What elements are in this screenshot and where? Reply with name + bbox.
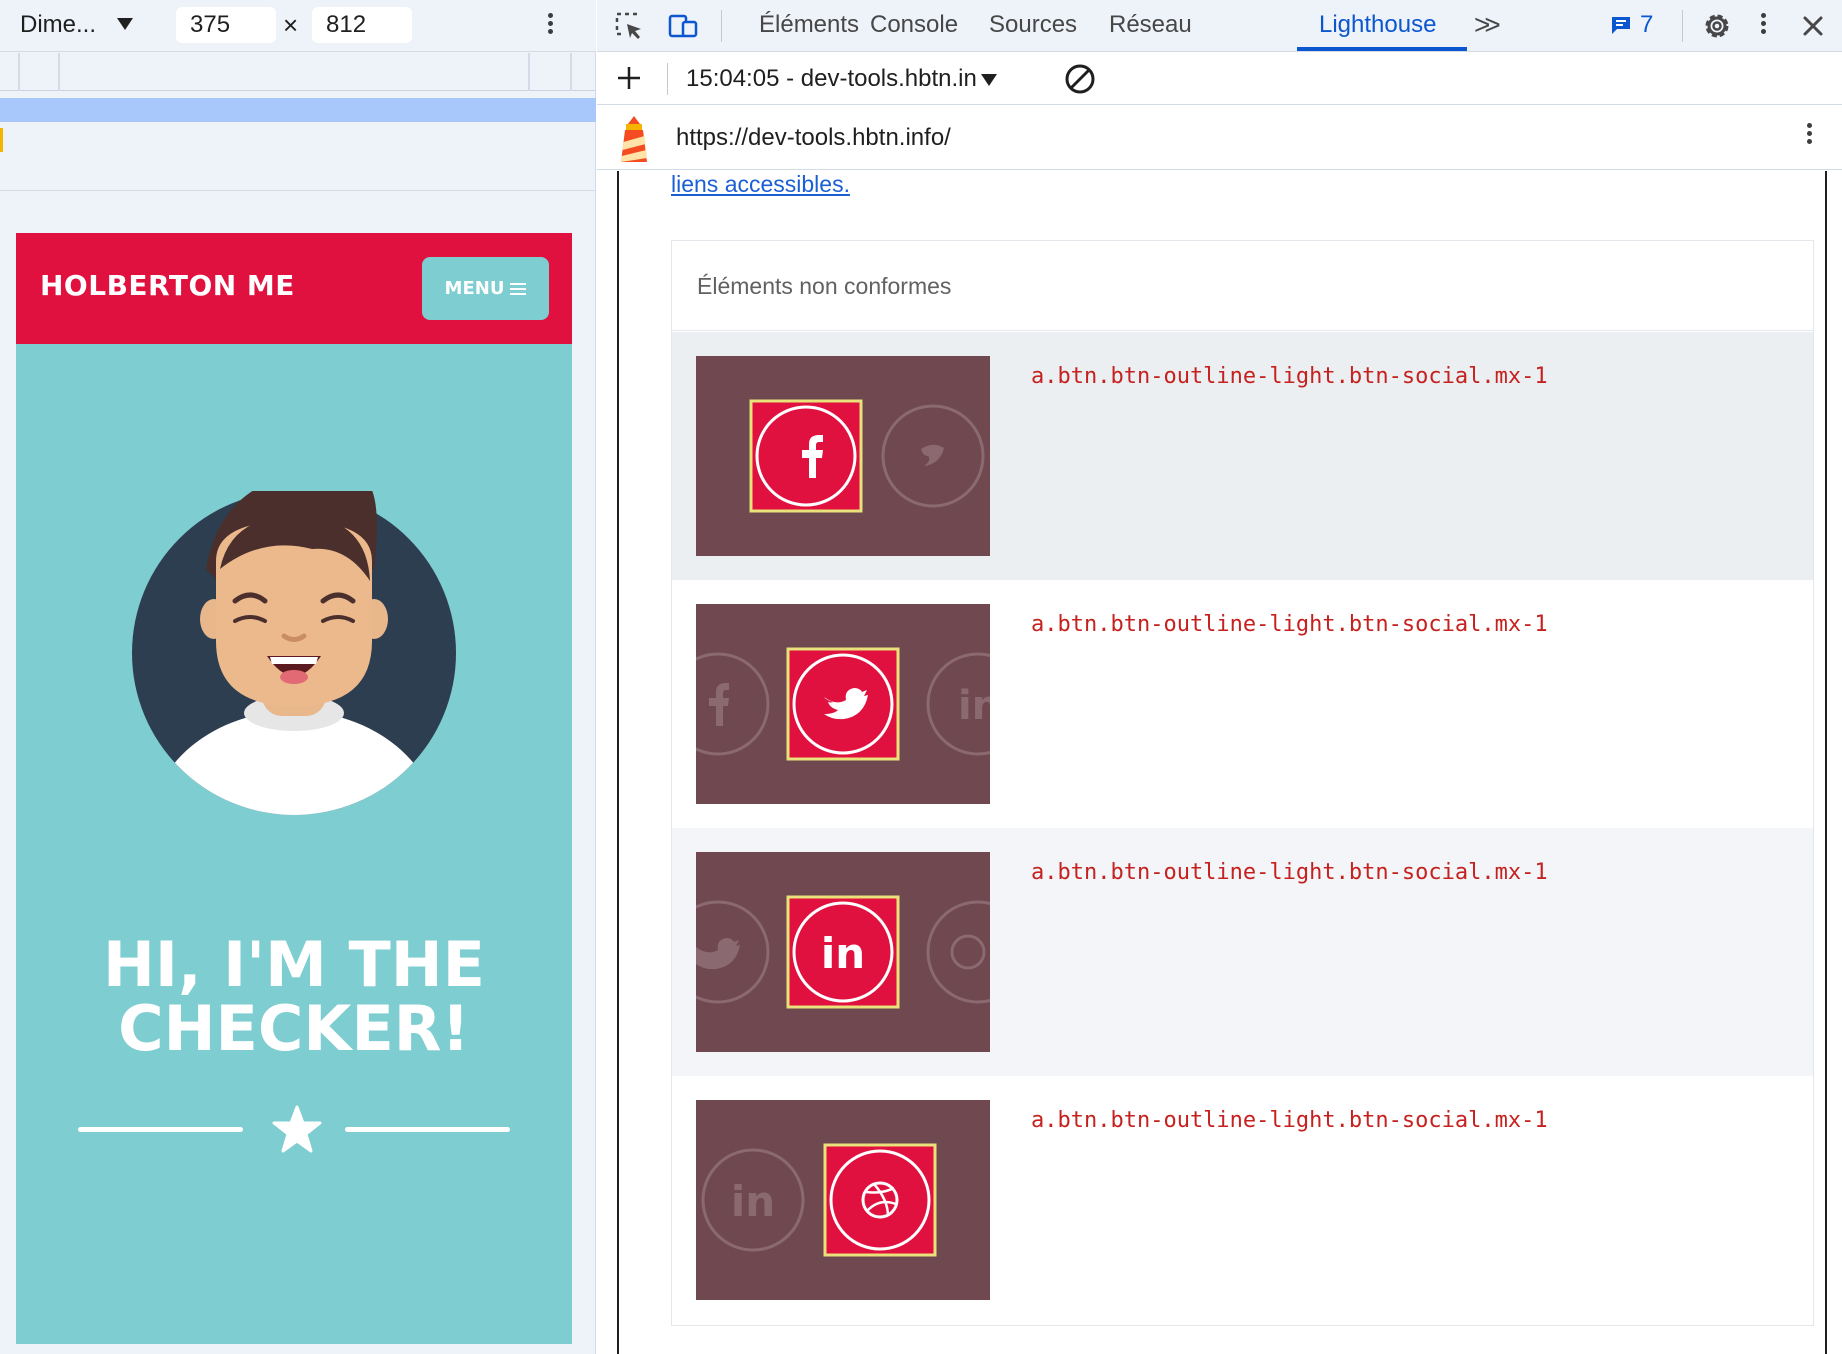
element-screenshot-dribbble: in: [696, 1100, 990, 1300]
device-toolbar: Dime... 375 × 812: [0, 0, 596, 52]
avatar-illustration: [132, 491, 456, 815]
device-pane: Dime... 375 × 812 HOLBERTON ME MENU HI, …: [0, 0, 596, 1354]
accessible-links-link[interactable]: liens accessibles.: [671, 171, 850, 198]
tab-sources[interactable]: Sources: [989, 11, 1077, 39]
table-row[interactable]: in a.btn.btn-outline-light.btn-social.mx…: [672, 580, 1813, 828]
menu-button[interactable]: MENU: [422, 257, 549, 320]
device-toolbar-icon[interactable]: [667, 10, 699, 42]
tab-lighthouse[interactable]: Lighthouse: [1319, 11, 1436, 39]
tab-console[interactable]: Console: [870, 11, 958, 39]
site-navbar: HOLBERTON ME MENU: [16, 233, 572, 344]
table-header: Éléments non conformes: [672, 241, 1813, 331]
element-selector: a.btn.btn-outline-light.btn-social.mx-1: [1031, 1108, 1548, 1133]
emulated-viewport: HOLBERTON ME MENU HI, I'M THE CHECKER!: [16, 233, 572, 1344]
table-row[interactable]: a.btn.btn-outline-light.btn-social.mx-1: [672, 332, 1813, 580]
issues-counter[interactable]: 7: [1610, 11, 1653, 39]
table-row[interactable]: in a.btn.btn-outline-light.btn-social.mx…: [672, 1076, 1813, 1324]
failing-elements-table: Éléments non conformes a.btn.btn-outline…: [671, 240, 1814, 1326]
divider-line-right: [345, 1127, 510, 1132]
media-query-marker: [0, 128, 3, 152]
report-select-label: 15:04:05 - dev-tools.hbtn.in: [686, 65, 977, 92]
width-input[interactable]: 375: [176, 7, 276, 43]
divider-line-left: [78, 1127, 243, 1132]
table-row[interactable]: in a.btn.btn-outline-light.btn-social.mx…: [672, 828, 1813, 1076]
report-more-options-icon[interactable]: [1803, 120, 1815, 156]
element-screenshot-facebook: [696, 356, 990, 556]
devtools-panel: Éléments Console Sources Réseau Lighthou…: [597, 0, 1842, 1354]
report-select-caret-icon: [980, 73, 997, 86]
device-select[interactable]: Dime...: [20, 11, 96, 39]
tab-elements[interactable]: Éléments: [759, 11, 859, 39]
star-divider: [78, 1105, 510, 1155]
hero-title: HI, I'M THE CHECKER!: [16, 933, 572, 1061]
tab-network[interactable]: Réseau: [1109, 11, 1192, 39]
issues-count: 7: [1640, 11, 1654, 38]
hamburger-icon: [510, 280, 527, 298]
device-more-options-icon[interactable]: [544, 10, 556, 42]
hero-title-line-2: CHECKER!: [118, 992, 470, 1065]
devtools-menu-icon[interactable]: [1757, 10, 1769, 42]
more-tabs-chevron-icon[interactable]: >>: [1474, 9, 1501, 41]
devtools-tabbar: Éléments Console Sources Réseau Lighthou…: [597, 0, 1842, 52]
dimension-separator: ×: [283, 10, 299, 40]
lighthouse-toolbar: 15:04:05 - dev-tools.hbtn.in: [597, 53, 1842, 105]
close-devtools-icon[interactable]: [1797, 10, 1829, 42]
svg-text:in: in: [731, 1177, 775, 1226]
star-icon: [272, 1105, 322, 1153]
audited-url: https://dev-tools.hbtn.info/: [676, 124, 951, 151]
active-tab-indicator: [1297, 47, 1467, 51]
element-selector: a.btn.btn-outline-light.btn-social.mx-1: [1031, 860, 1548, 885]
height-input[interactable]: 812: [312, 7, 412, 43]
lighthouse-logo-icon: [621, 116, 647, 162]
clear-reports-icon[interactable]: [1063, 62, 1097, 96]
element-selector: a.btn.btn-outline-light.btn-social.mx-1: [1031, 364, 1548, 389]
table-header-label: Éléments non conformes: [697, 273, 952, 299]
media-query-ruler[interactable]: [0, 53, 596, 91]
site-brand[interactable]: HOLBERTON ME: [40, 269, 295, 302]
svg-text:in: in: [958, 683, 990, 729]
element-screenshot-linkedin: in: [696, 852, 990, 1052]
element-selector: a.btn.btn-outline-light.btn-social.mx-1: [1031, 612, 1548, 637]
report-select[interactable]: 15:04:05 - dev-tools.hbtn.in: [686, 65, 997, 93]
device-select-caret-icon[interactable]: [117, 18, 133, 30]
issues-message-icon: [1612, 17, 1630, 34]
lighthouse-report: liens accessibles. Éléments non conforme…: [617, 171, 1827, 1354]
menu-button-label: MENU: [444, 278, 505, 299]
media-query-bar[interactable]: [0, 98, 596, 122]
inspect-element-icon[interactable]: [613, 10, 645, 42]
svg-text:in: in: [821, 929, 865, 978]
settings-gear-icon[interactable]: [1701, 10, 1733, 42]
hero-title-line-1: HI, I'M THE: [103, 928, 485, 1001]
element-screenshot-twitter: in: [696, 604, 990, 804]
lighthouse-url-bar: https://dev-tools.hbtn.info/: [597, 106, 1842, 170]
new-report-plus-icon[interactable]: [614, 63, 644, 93]
viewport-divider: [0, 190, 596, 191]
